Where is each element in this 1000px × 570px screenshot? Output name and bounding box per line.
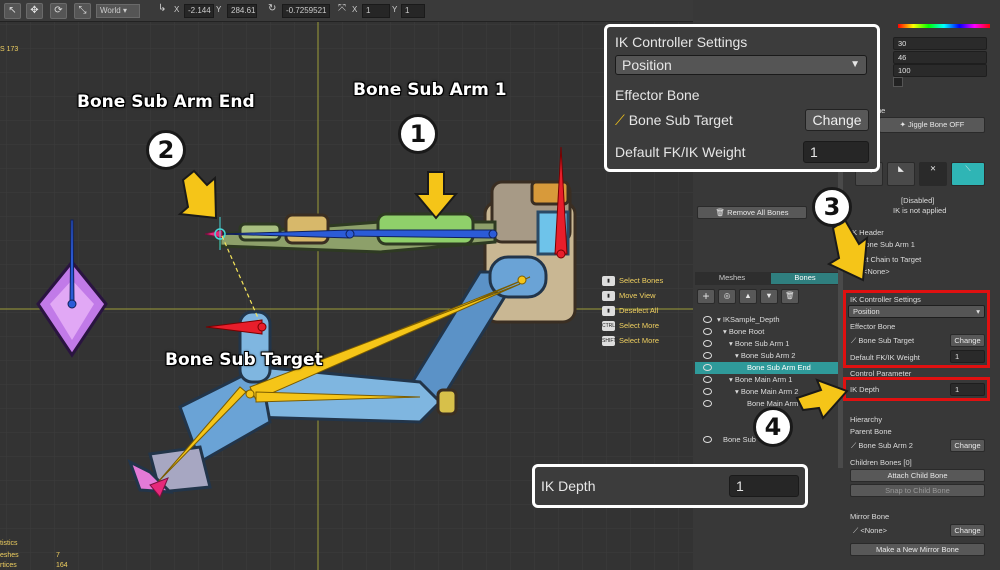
- space-select[interactable]: World ▾: [96, 4, 140, 18]
- bone-target-icon: ⟋: [615, 112, 625, 128]
- scale-x-field[interactable]: 1: [362, 4, 390, 18]
- position-icon: ↳: [158, 3, 167, 14]
- hint-deselect-all: ▮ Deselect All: [602, 306, 658, 317]
- stats-vertices-value: 164: [56, 562, 68, 569]
- marker-4: 4: [753, 407, 793, 447]
- popup-effector-label: Effector Bone: [615, 87, 700, 103]
- popup-ik-depth-field[interactable]: 1: [729, 475, 799, 497]
- mouse-right-icon: ▮: [602, 306, 615, 317]
- marker-1: 1: [398, 114, 438, 154]
- scale-icon: ⤧: [338, 3, 346, 14]
- popup-ik-depth-label: IK Depth: [541, 478, 596, 494]
- label-bone-sub-target: Bone Sub Target: [165, 350, 323, 370]
- scale-y-field[interactable]: 1: [401, 4, 425, 18]
- scale-y-label: Y: [392, 5, 398, 14]
- stats-meshes-value: 7: [56, 552, 60, 559]
- popup-mode-select[interactable]: Position ▼: [615, 55, 867, 75]
- rotation-icon: ↻: [268, 3, 277, 14]
- mouse-middle-icon: ▮: [602, 291, 615, 302]
- popup-ik-title: IK Controller Settings: [615, 34, 748, 50]
- rotate-tool-icon[interactable]: ⟳: [50, 3, 67, 19]
- label-bone-sub-arm-end: Bone Sub Arm End: [77, 92, 255, 112]
- label-bone-sub-arm-1: Bone Sub Arm 1: [353, 80, 507, 100]
- pos-y-label: Y: [216, 5, 222, 14]
- hint-move-view: ▮ Move View: [602, 291, 656, 302]
- bone-crystal: [69, 219, 75, 305]
- hint-select-more-shift: SHIFT Select More: [602, 336, 660, 347]
- popup-effector-value: ⟋ Bone Sub Target: [615, 112, 733, 128]
- popup-weight-label: Default FK/IK Weight: [615, 144, 746, 160]
- popup-weight-field[interactable]: 1: [803, 141, 869, 163]
- pos-x-label: X: [174, 5, 180, 14]
- popup-change-button[interactable]: Change: [805, 109, 869, 131]
- bone-sub-arm-1: [344, 229, 494, 239]
- zoom-ik-settings-popup: IK Controller Settings Position ▼ Effecto…: [604, 24, 880, 172]
- stats-title: tistics: [0, 540, 18, 547]
- hint-select-more-ctrl: CTRL Select More: [602, 321, 660, 332]
- scale-x-label: X: [352, 5, 358, 14]
- select-tool-icon[interactable]: ↖: [4, 3, 21, 19]
- scale-tool-icon[interactable]: ⤡: [74, 3, 91, 19]
- rotation-field[interactable]: -0.7259521: [282, 4, 330, 18]
- pos-y-field[interactable]: 284.61: [227, 4, 257, 18]
- marker-3: 3: [812, 187, 852, 227]
- stats-vertices-label: rtices: [0, 562, 17, 569]
- move-tool-icon[interactable]: ✥: [26, 3, 43, 19]
- zoom-ik-depth-popup: IK Depth 1: [532, 464, 808, 508]
- stats-meshes-label: eshes: [0, 552, 19, 559]
- marker-2: 2: [146, 130, 186, 170]
- mouse-left-icon: ▮: [602, 276, 615, 287]
- hint-select-bones: ▮ Select Bones: [602, 276, 663, 287]
- fps-counter: S 173: [0, 46, 19, 53]
- top-toolbar: ↖ ✥ ⟳ ⤡ World ▾ ↳ X -2.144 Y 284.61 ↻ -0…: [0, 0, 700, 22]
- pos-x-field[interactable]: -2.144: [184, 4, 214, 18]
